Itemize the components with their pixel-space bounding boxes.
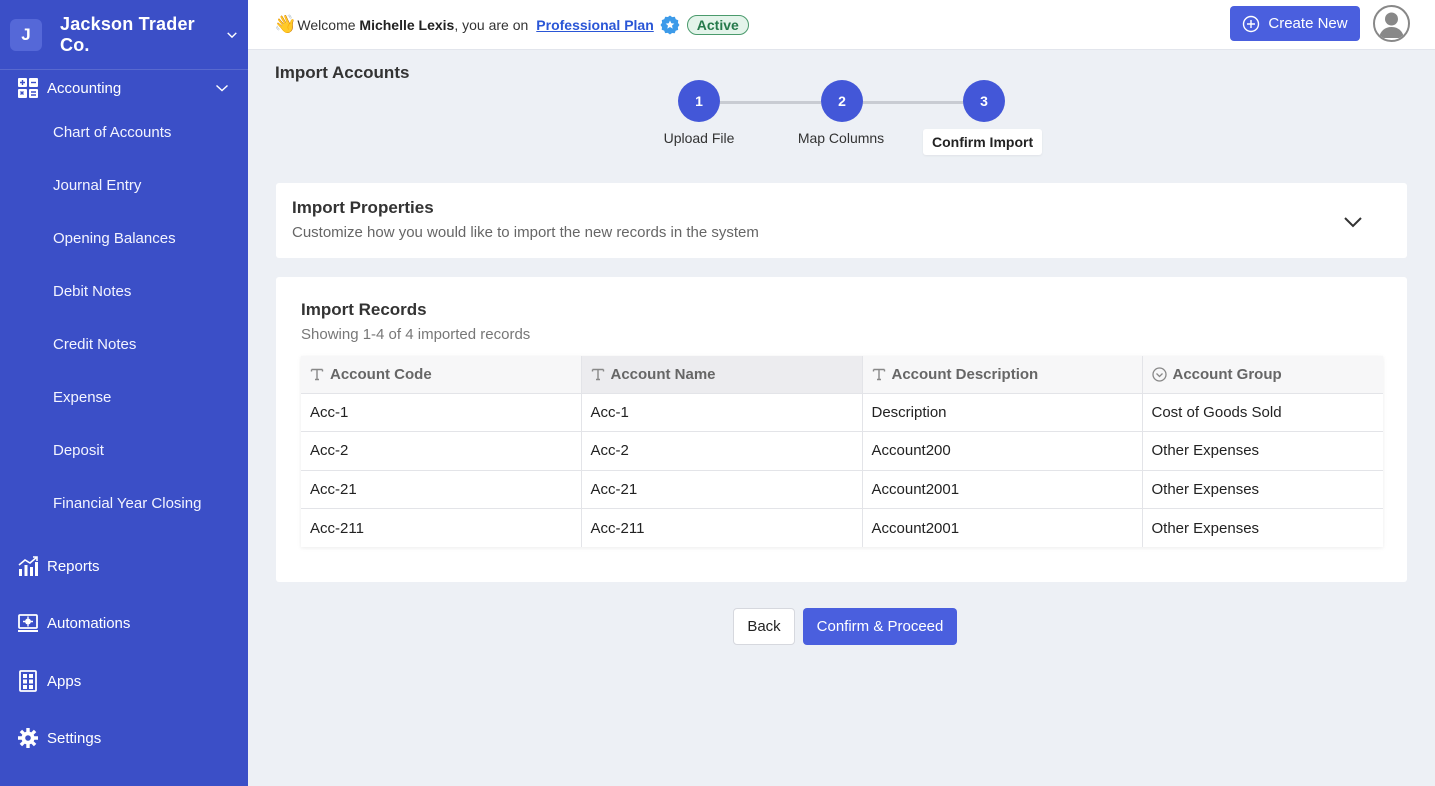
chart-icon [17, 555, 39, 577]
account-group-cell: Other Expenses [1142, 470, 1383, 509]
waving-hand-icon: 👋 [274, 14, 297, 34]
user-name: Michelle Lexis [359, 16, 455, 33]
status-badge: Active [686, 14, 749, 35]
back-button[interactable]: Back [733, 608, 795, 645]
apps-grid-icon [17, 670, 39, 692]
sidebar-item-expense[interactable]: Expense [0, 371, 248, 424]
automation-icon [17, 612, 39, 634]
account-code-cell: Acc-21 [301, 470, 582, 509]
accounting-submenu: Chart of Accounts Journal Entry Opening … [0, 106, 248, 530]
chevron-down-icon [216, 84, 228, 92]
column-label: Account Group [1172, 365, 1282, 383]
account-name-cell: Acc-1 [581, 393, 863, 432]
step-connector [862, 101, 964, 104]
step-3-label: Confirm Import [923, 129, 1043, 155]
select-type-icon [1151, 367, 1167, 382]
verified-badge-icon [660, 14, 680, 34]
column-label: Account Code [330, 365, 432, 383]
chevron-down-icon [227, 31, 237, 38]
sidebar-item-label: Accounting [47, 79, 122, 97]
sidebar-item-apps[interactable]: Apps [0, 661, 248, 701]
sidebar-item-label: Automations [47, 614, 131, 632]
column-header-account-code[interactable]: Account Code [301, 356, 582, 394]
account-description-cell: Account2001 [862, 508, 1143, 547]
account-group-cell: Other Expenses [1142, 431, 1383, 471]
step-2-circle: 2 [821, 80, 863, 122]
account-code-cell: Acc-2 [301, 431, 582, 471]
import-properties-subtitle: Customize how you would like to import t… [292, 224, 759, 241]
account-description-cell: Account200 [862, 431, 1143, 471]
sidebar-item-journal-entry[interactable]: Journal Entry [0, 159, 248, 212]
plan-link[interactable]: Professional Plan [536, 17, 653, 33]
column-label: Account Description [891, 365, 1039, 383]
account-group-cell: Other Expenses [1151, 519, 1260, 537]
plus-circle-icon [1243, 15, 1260, 32]
create-new-label: Create New [1268, 15, 1348, 32]
welcome-message: 👋 Welcome Michelle Lexis , you are on Pr… [274, 14, 749, 35]
text-type-icon [591, 369, 604, 381]
top-bar: 👋 Welcome Michelle Lexis , you are on Pr… [248, 0, 1435, 50]
sidebar-item-credit-notes[interactable]: Credit Notes [0, 318, 248, 371]
step-3-circle: 3 [963, 80, 1005, 122]
column-label: Account Name [610, 365, 716, 383]
step-connector [719, 101, 821, 104]
import-records-panel: Import Records Showing 1-4 of 4 imported… [276, 277, 1407, 582]
sidebar-item-deposit[interactable]: Deposit [0, 424, 248, 477]
import-records-title: Import Records [301, 300, 427, 319]
import-records-count: Showing 1-4 of 4 imported records [301, 326, 531, 343]
account-group-cell: Cost of Goods Sold [1142, 393, 1383, 432]
account-description-cell: Account2001 [862, 470, 1143, 509]
user-icon [1379, 12, 1404, 38]
table-row: Acc-1 Acc-1 Description Cost of Goods So… [301, 393, 1383, 432]
sidebar-item-label: Settings [47, 729, 102, 747]
avatar[interactable] [1373, 5, 1410, 42]
sidebar-item-label: Apps [47, 672, 82, 690]
step-1-label: Upload File [663, 130, 735, 146]
import-properties-title: Import Properties [292, 198, 434, 217]
calculator-icon [17, 77, 39, 99]
sidebar-item-financial-year-closing[interactable]: Financial Year Closing [0, 477, 248, 530]
gear-icon [17, 727, 39, 749]
create-new-button[interactable]: Create New [1230, 6, 1360, 41]
column-header-account-group[interactable]: Account Group [1142, 356, 1383, 394]
confirm-proceed-button[interactable]: Confirm & Proceed [803, 608, 957, 645]
welcome-suffix: , you are on [454, 16, 529, 33]
sidebar-item-label: Reports [47, 557, 100, 575]
sidebar: J Jackson Trader Co. Accounting Chart of… [0, 0, 248, 786]
chevron-down-icon[interactable] [1343, 215, 1363, 229]
account-name-cell: Acc-2 [581, 431, 863, 471]
text-type-icon [310, 369, 324, 381]
step-1-circle: 1 [678, 80, 720, 122]
company-name: Jackson Trader Co. [60, 13, 195, 55]
account-name-cell: Acc-21 [581, 470, 863, 509]
sidebar-item-accounting[interactable]: Accounting [0, 70, 248, 106]
import-records-table: Account Code Account Name Account Descri… [301, 356, 1383, 547]
account-name-cell: Acc-211 [581, 508, 863, 547]
sidebar-item-debit-notes[interactable]: Debit Notes [0, 265, 248, 318]
account-description-cell: Description [862, 393, 1143, 432]
table-row: Acc-2 Acc-2 Account200 Other Expenses [301, 431, 1383, 471]
page-title: Import Accounts [275, 63, 410, 82]
sidebar-item-automations[interactable]: Automations [0, 603, 248, 643]
import-properties-panel[interactable]: Import Properties Customize how you woul… [276, 183, 1407, 258]
text-type-icon [872, 369, 885, 381]
table-row: Acc-211 Acc-211 Account2001 Other Expens… [301, 508, 1383, 547]
column-header-account-description[interactable]: Account Description [862, 356, 1143, 394]
welcome-prefix: Welcome [297, 16, 360, 33]
sidebar-item-opening-balances[interactable]: Opening Balances [0, 212, 248, 265]
sidebar-item-chart-of-accounts[interactable]: Chart of Accounts [0, 106, 248, 159]
table-row: Acc-21 Acc-21 Account2001 Other Expenses [301, 470, 1383, 509]
step-2-label: Map Columns [797, 130, 885, 146]
account-code-cell: Acc-1 [301, 393, 582, 432]
company-avatar: J [10, 18, 42, 51]
sidebar-item-settings[interactable]: Settings [0, 718, 248, 758]
table-header-row: Account Code Account Name Account Descri… [301, 356, 1383, 394]
column-header-account-name[interactable]: Account Name [581, 356, 863, 394]
sidebar-item-reports[interactable]: Reports [0, 546, 248, 586]
company-switcher[interactable]: J Jackson Trader Co. [0, 0, 248, 70]
account-code-cell: Acc-211 [301, 508, 582, 547]
